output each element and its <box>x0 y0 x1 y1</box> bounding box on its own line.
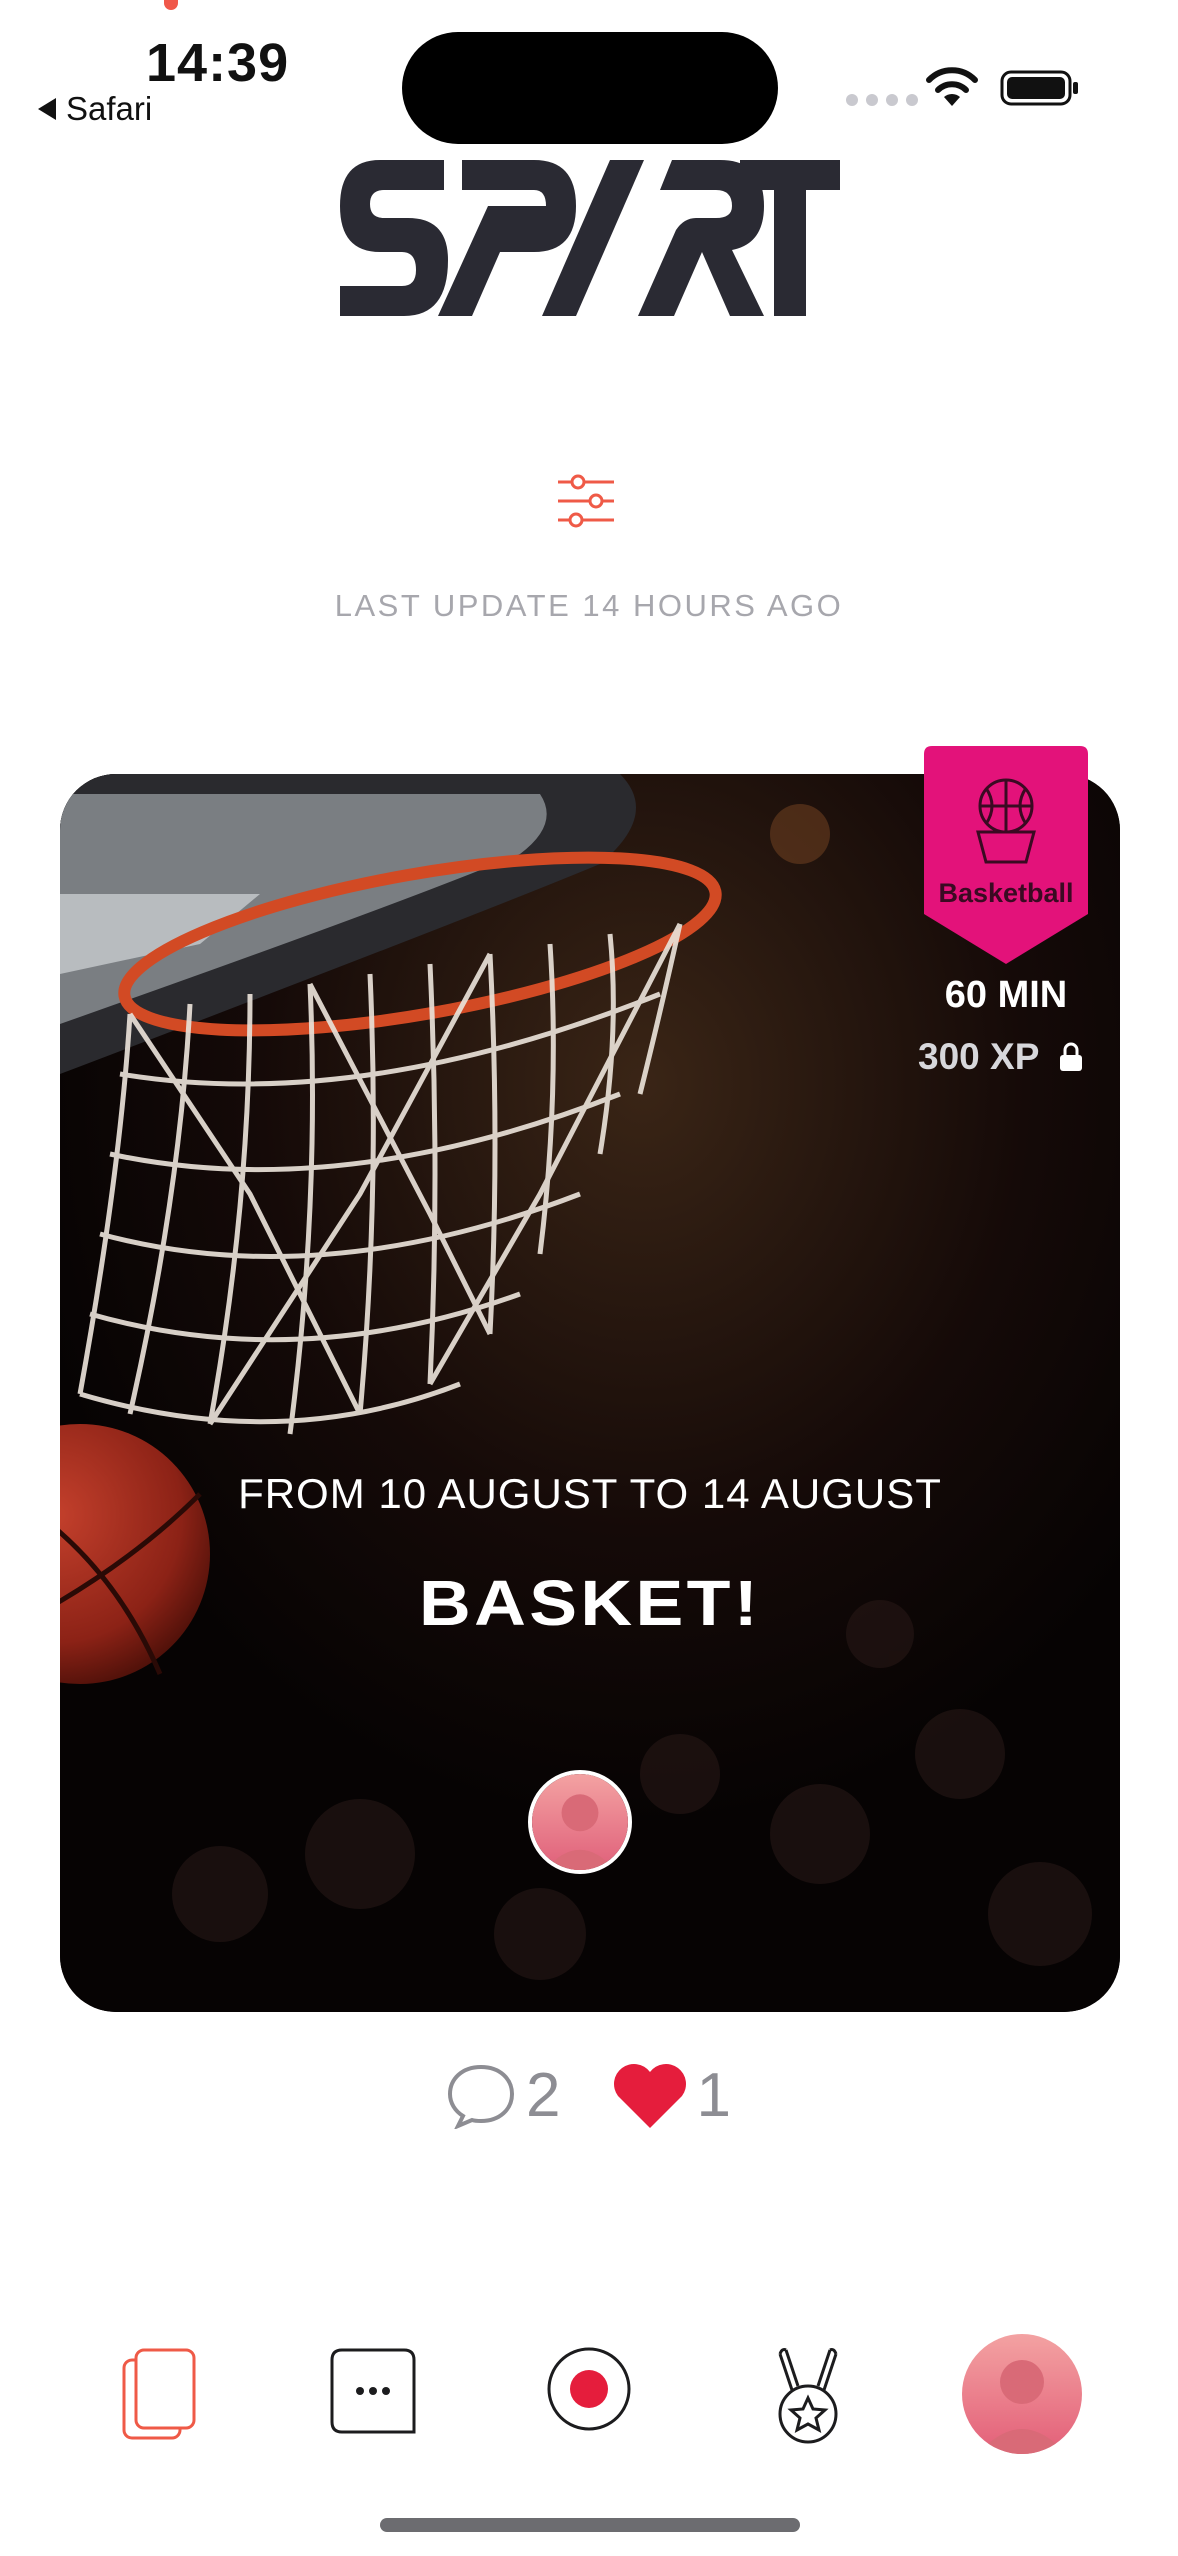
wifi-icon <box>926 67 978 106</box>
tab-rewards-medal-icon[interactable] <box>772 2346 844 2446</box>
tab-feed-icon[interactable] <box>120 2346 200 2442</box>
comments-count: 2 <box>526 2061 561 2130</box>
sport-category-label: Basketball <box>938 878 1074 908</box>
back-arrow-icon <box>38 98 56 120</box>
tab-profile-avatar[interactable] <box>962 2334 1082 2454</box>
back-app-label: Safari <box>66 90 153 127</box>
reactions-bar: 2 1 <box>446 2060 731 2131</box>
lock-icon <box>1060 1042 1083 1071</box>
participant-avatar[interactable] <box>528 1770 632 1874</box>
xp-value: 300 XP <box>918 1036 1040 1077</box>
heart-icon[interactable] <box>612 2062 688 2130</box>
challenge-dates: FROM 10 AUGUST TO 14 AUGUST <box>238 1470 942 1517</box>
challenge-xp: 300 XP <box>918 1036 1083 1078</box>
tab-chat-icon[interactable] <box>328 2346 418 2436</box>
tab-record-icon[interactable] <box>546 2346 632 2432</box>
challenge-duration: 60 MIN <box>944 974 1068 1016</box>
status-time: 14:39 <box>146 33 290 93</box>
battery-icon <box>1000 70 1078 106</box>
profile-avatar-icon <box>962 2334 1082 2454</box>
sport-logo <box>340 160 840 316</box>
back-to-safari-link[interactable]: Safari <box>38 90 152 128</box>
filter-sliders-icon[interactable] <box>556 472 616 530</box>
last-update-text: LAST UPDATE 14 HOURS AGO <box>334 588 844 623</box>
likes-count: 1 <box>696 2061 731 2130</box>
avatar-placeholder-icon <box>532 1774 628 1870</box>
cellular-signal-icon <box>846 94 918 106</box>
recording-indicator <box>164 0 178 10</box>
basketball-icon <box>976 778 1036 864</box>
dynamic-island <box>402 32 778 144</box>
challenge-title: BASKET! <box>418 1567 762 1639</box>
comment-icon[interactable] <box>446 2063 516 2129</box>
home-indicator[interactable] <box>380 2518 800 2532</box>
